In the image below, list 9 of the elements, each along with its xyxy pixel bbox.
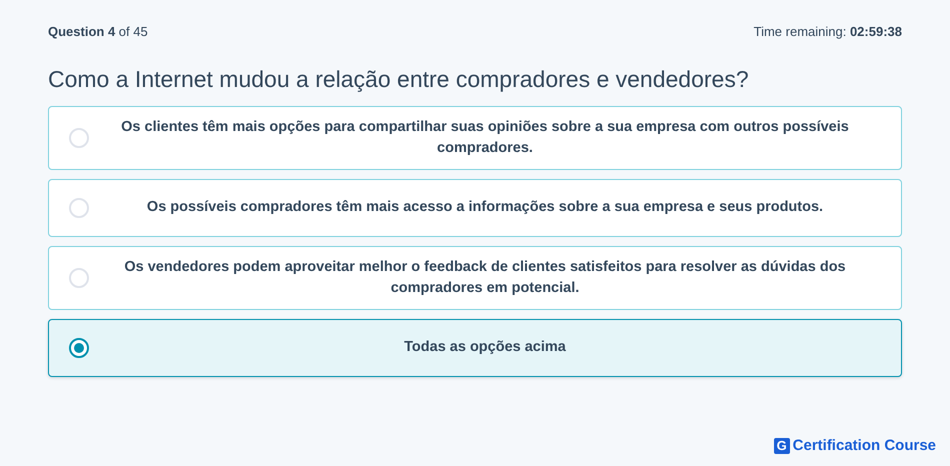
answer-option[interactable]: Os possíveis compradores têm mais acesso a informações sobre a sua empresa e seus produtos. <box>48 178 902 236</box>
question-text: Como a Internet mudou a relação entre compradores e vendedores? <box>48 64 750 94</box>
logo-mark: G <box>774 438 790 454</box>
answer-option[interactable]: Os clientes têm mais opções para compartilhar suas opiniões sobre a sua empresa com outros possíveis compradores. <box>48 106 902 170</box>
radio-button[interactable] <box>69 338 89 358</box>
answer-option[interactable]: Todas as opções acima <box>48 318 902 376</box>
brand-name: Certification Course <box>792 436 936 456</box>
answer-option[interactable]: Os vendedores podem aproveitar melhor o feedback de clientes satisfeitos para resolver as dúvidas dos compradores em potencial. <box>48 246 902 310</box>
time-remaining: Time remaining: 02:59:38 <box>754 23 902 41</box>
